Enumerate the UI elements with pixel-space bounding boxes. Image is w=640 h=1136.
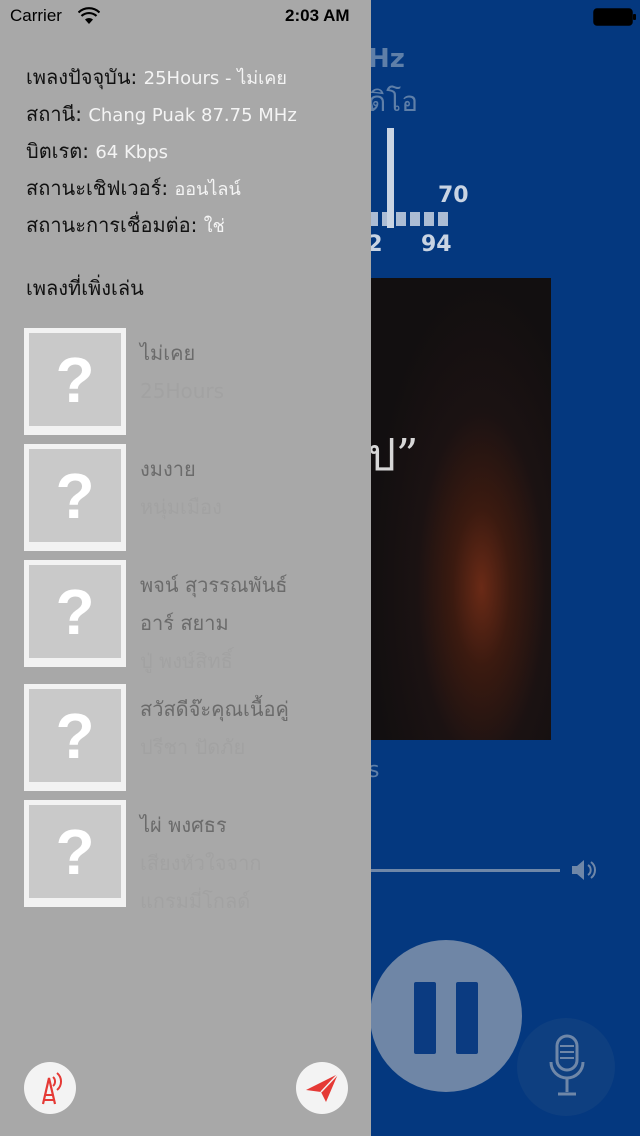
paper-plane-icon — [306, 1073, 339, 1102]
track-thumbnail: ? — [24, 328, 126, 435]
radio-tower-icon — [41, 1072, 63, 1105]
wifi-icon — [78, 7, 100, 24]
track-artist: เสียงหัวใจจาก — [140, 851, 262, 875]
tuner-upper-label: 70 — [438, 183, 469, 208]
album-art-text: ป” — [368, 430, 419, 481]
server-status-row: สถานะเชิฟเวอร์: ออนไลน์ — [26, 176, 241, 200]
track-thumbnail: ? — [24, 800, 126, 907]
track-thumbnail: ? — [24, 684, 126, 791]
track-artist: 25Hours — [140, 379, 225, 403]
pause-icon — [414, 982, 436, 1054]
connection-status-row: สถานะการเชื่อมต่อ: ใช่ — [26, 213, 225, 237]
station-row: สถานี: Chang Puak 87.75 MHz — [26, 102, 297, 126]
track-artist-line-2: แกรมมี่โกลด์ — [140, 889, 251, 913]
question-mark-icon: ? — [55, 459, 95, 532]
battery-icon — [593, 8, 636, 26]
album-art — [368, 278, 551, 740]
voice-button[interactable] — [517, 1018, 615, 1116]
bitrate-row: บิตเรต: 64 Kbps — [26, 139, 169, 163]
speaker-icon — [572, 860, 596, 880]
pause-button[interactable] — [370, 940, 522, 1092]
track-title-line-2: อาร์ สยาม — [140, 611, 229, 635]
track-title: ไม่เคย — [140, 341, 196, 365]
radio-subtitle: ดิโอ — [368, 85, 419, 118]
share-button[interactable] — [296, 1062, 348, 1114]
status-bar: Carrier 2:03 AM — [0, 0, 640, 34]
question-mark-icon: ? — [55, 815, 95, 888]
track-artist: ปรีชา ปัดภัย — [140, 735, 246, 759]
status-time: 2:03 AM — [285, 6, 350, 25]
volume-slider[interactable] — [368, 869, 560, 872]
track-title: งมงาย — [140, 457, 196, 481]
frequency-label: Hz — [368, 44, 405, 74]
question-mark-icon: ? — [55, 575, 95, 648]
question-mark-icon: ? — [55, 699, 95, 772]
station-list-button[interactable] — [24, 1062, 76, 1114]
track-title: ไผ่ พงศธร — [140, 813, 227, 837]
question-mark-icon: ? — [55, 343, 95, 416]
track-title: พจน์ สุวรรณพันธ์ — [140, 573, 288, 597]
track-thumbnail: ? — [24, 560, 126, 667]
carrier-label: Carrier — [10, 6, 62, 25]
track-artist: หนุ่มเมือง — [140, 495, 222, 519]
track-artist: ปู่ พงษ์สิทธิ์ — [140, 649, 233, 673]
side-drawer: เพลงปัจจุบัน: 25Hours - ไม่เคย สถานี: Ch… — [0, 0, 371, 1136]
recently-played-heading: เพลงที่เพิ่งเล่น — [26, 276, 144, 300]
tuner-lower-right-label: 94 — [421, 232, 452, 257]
current-song-row: เพลงปัจจุบัน: 25Hours - ไม่เคย — [26, 65, 287, 89]
tuner-ticks — [368, 212, 452, 226]
track-thumbnail: ? — [24, 444, 126, 551]
track-title: สวัสดีจ๊ะคุณเนื้อคู่ — [140, 697, 289, 721]
station-info: เพลงปัจจุบัน: 25Hours - ไม่เคย สถานี: Ch… — [26, 62, 297, 247]
microphone-icon — [549, 1034, 585, 1096]
